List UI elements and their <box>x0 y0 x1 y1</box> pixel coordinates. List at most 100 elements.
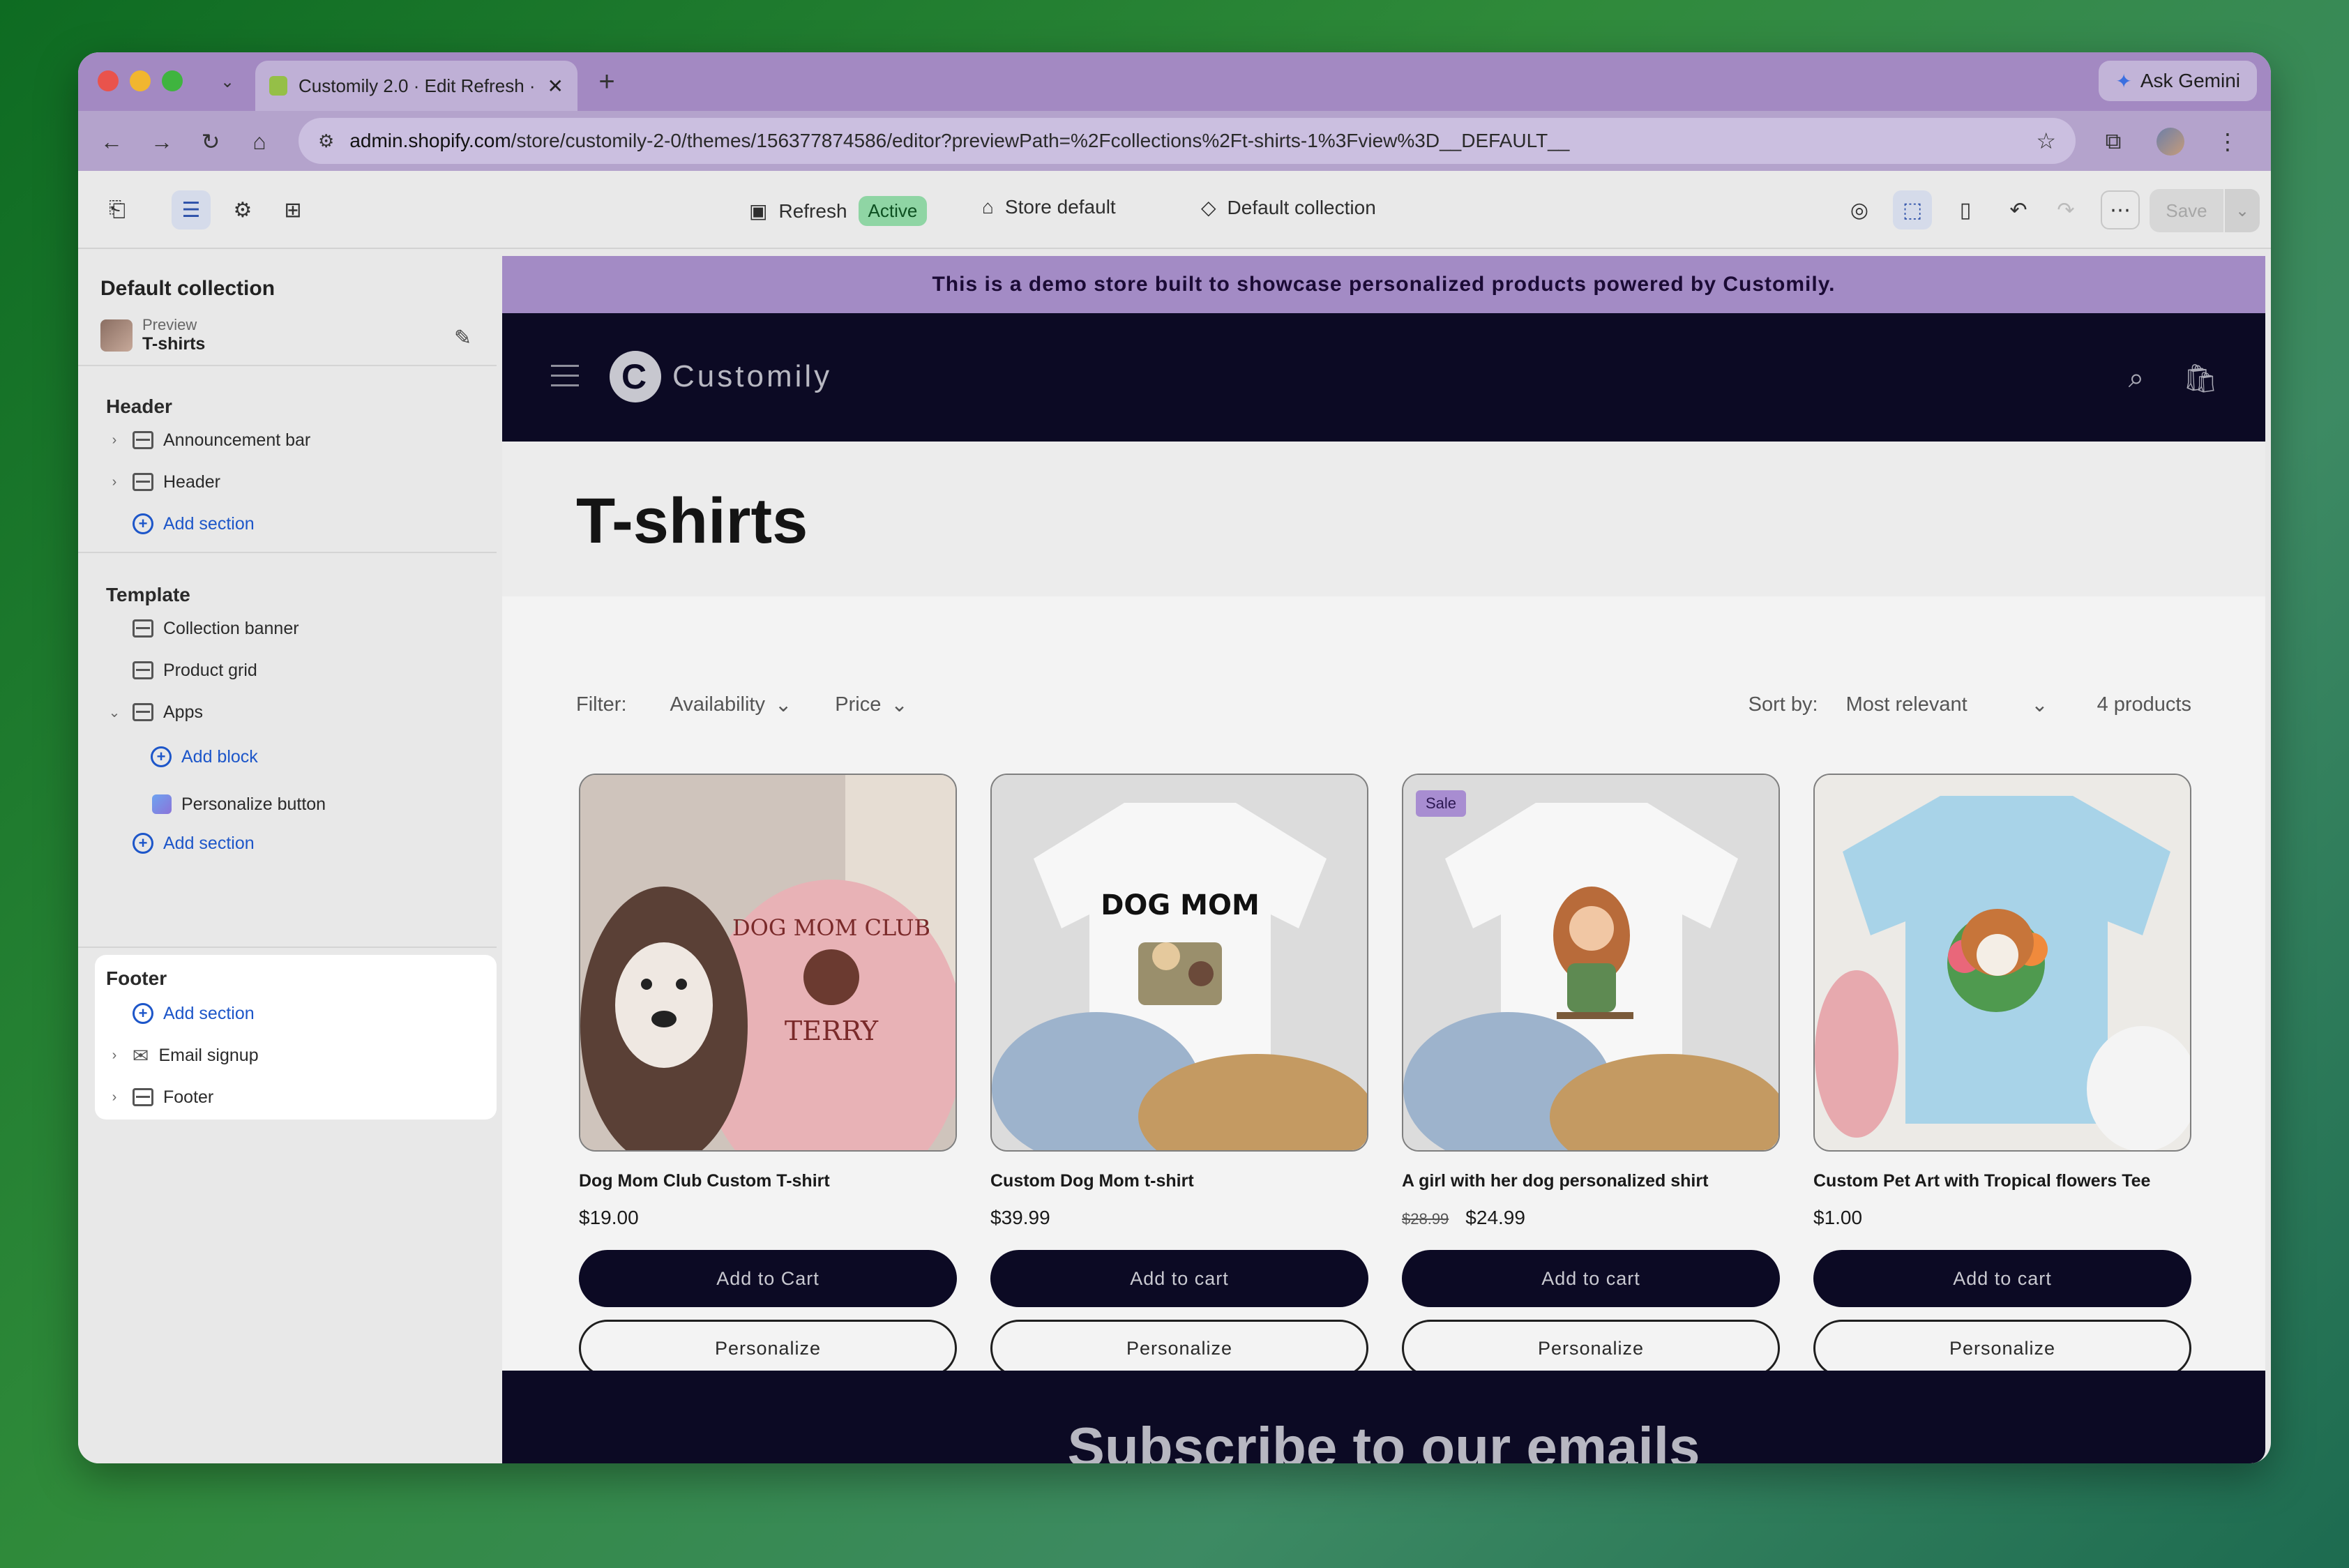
forward-arrow-icon[interactable]: → <box>144 123 180 160</box>
personalize-button[interactable]: Personalize <box>1813 1320 2191 1377</box>
filter-price-dropdown[interactable]: Price ⌄ <box>835 693 907 717</box>
product-card[interactable]: DOG MOM Custom Dog Mom t-shirt $39.99 Ad… <box>990 774 1368 1377</box>
divider <box>78 552 497 553</box>
add-to-cart-button[interactable]: Add to cart <box>1402 1250 1780 1307</box>
product-image[interactable]: DOG MOM <box>990 774 1368 1152</box>
sidebar-item-label: Announcement bar <box>163 430 311 450</box>
section-icon <box>133 619 153 638</box>
store-header: C Customily ⌕ 🛍 <box>502 313 2265 442</box>
product-image[interactable] <box>1813 774 2191 1152</box>
add-to-cart-button[interactable]: Add to cart <box>1813 1250 2191 1307</box>
extensions-icon[interactable]: ⧉ <box>2095 123 2131 160</box>
search-icon[interactable]: ⌕ <box>2117 359 2155 397</box>
theme-settings-gear-icon[interactable]: ⚙ <box>223 190 262 229</box>
product-image[interactable]: Sale <box>1402 774 1780 1152</box>
sort-dropdown[interactable]: Most relevant ⌄ <box>1846 693 2048 717</box>
chevron-down-icon: ⌄ <box>2031 693 2048 716</box>
close-window-icon[interactable] <box>98 70 119 91</box>
reload-icon[interactable]: ↻ <box>192 123 229 160</box>
product-name[interactable]: Custom Pet Art with Tropical flowers Tee <box>1813 1171 2191 1191</box>
sections-icon[interactable]: ☰ <box>172 190 211 229</box>
collection-banner: T-shirts <box>502 442 2265 596</box>
add-block-label: Add block <box>181 746 258 767</box>
personalize-button[interactable]: Personalize <box>990 1320 1368 1377</box>
redo-icon[interactable]: ↷ <box>2046 190 2085 229</box>
product-card[interactable]: Custom Pet Art with Tropical flowers Tee… <box>1813 774 2191 1377</box>
sidebar-item-announcement-bar[interactable]: › Announcement bar <box>106 422 311 458</box>
minimize-window-icon[interactable] <box>130 70 151 91</box>
product-card[interactable]: Sale A girl with her dog personalized sh… <box>1402 774 1780 1377</box>
inspector-icon[interactable]: ◎ <box>1840 190 1879 229</box>
theme-status-badge: Active <box>858 196 928 226</box>
maximize-window-icon[interactable] <box>162 70 183 91</box>
add-section-template-link[interactable]: + Add section <box>106 825 255 861</box>
mail-icon: ✉ <box>133 1044 149 1066</box>
add-to-cart-button[interactable]: Add to cart <box>990 1250 1368 1307</box>
personalize-button[interactable]: Personalize <box>579 1320 957 1377</box>
filter-availability-dropdown[interactable]: Availability ⌄ <box>670 693 792 717</box>
sidebar-item-collection-banner[interactable]: Collection banner <box>106 610 299 647</box>
customily-app-icon <box>152 794 172 814</box>
cart-icon[interactable]: 🛍 <box>2182 359 2219 397</box>
tag-icon: ◇ <box>1201 197 1216 218</box>
customily-logo-icon: C <box>610 351 661 402</box>
sidebar-item-label: Product grid <box>163 660 257 680</box>
app-embeds-icon[interactable]: ⊞ <box>273 190 312 229</box>
tab-list-chevron-icon[interactable]: ⌄ <box>213 68 241 96</box>
product-card[interactable]: DOG MOM CLUB TERRY Dog Mom Club Custom T… <box>579 774 957 1377</box>
product-image[interactable]: DOG MOM CLUB TERRY <box>579 774 957 1152</box>
close-tab-icon[interactable]: ✕ <box>547 75 564 98</box>
browser-menu-icon[interactable]: ⋮ <box>2210 123 2246 160</box>
select-element-icon[interactable]: ⬚ <box>1893 190 1932 229</box>
gemini-sparkle-icon: ✦ <box>2115 70 2132 92</box>
template-selector[interactable]: ◇ Default collection <box>1201 196 1376 219</box>
chevron-down-icon[interactable]: ⌄ <box>106 704 123 721</box>
home-icon[interactable]: ⌂ <box>241 123 278 160</box>
sidebar-item-footer[interactable]: › Footer <box>106 1079 214 1115</box>
sidebar-item-product-grid[interactable]: Product grid <box>106 652 257 688</box>
tab-title: Customily 2.0 · Edit Refresh · <box>299 75 536 96</box>
browser-tab[interactable]: Customily 2.0 · Edit Refresh · ✕ <box>255 61 577 111</box>
product-name[interactable]: Custom Dog Mom t-shirt <box>990 1171 1368 1191</box>
product-count: 4 products <box>2097 693 2191 716</box>
header-group-title: Header <box>106 395 172 417</box>
back-arrow-icon[interactable]: ← <box>93 123 130 160</box>
chevron-right-icon[interactable]: › <box>106 432 123 448</box>
personalize-button[interactable]: Personalize <box>1402 1320 1780 1377</box>
sidebar-item-apps[interactable]: ⌄ Apps <box>106 694 203 730</box>
more-actions-icon[interactable]: ⋯ <box>2101 190 2140 229</box>
theme-selector[interactable]: ▣ Refresh Active <box>749 196 928 226</box>
sale-badge: Sale <box>1416 790 1467 817</box>
preview-value: T-shirts <box>142 334 206 354</box>
ask-gemini-button[interactable]: ✦ Ask Gemini <box>2099 61 2257 101</box>
exit-editor-icon[interactable]: ⎗ <box>98 190 137 229</box>
product-grid: DOG MOM CLUB TERRY Dog Mom Club Custom T… <box>579 774 2191 1377</box>
store-context-selector[interactable]: ⌂ Store default <box>982 196 1116 218</box>
store-logo[interactable]: C Customily <box>610 351 832 402</box>
chevron-right-icon[interactable]: › <box>106 1048 123 1064</box>
new-tab-icon[interactable]: + <box>591 66 622 97</box>
address-bar[interactable]: ⚙ admin.shopify.com/store/customily-2-0/… <box>299 118 2076 164</box>
preview-selector[interactable]: Preview T-shirts <box>100 316 205 354</box>
sidebar-item-email-signup[interactable]: › ✉ Email signup <box>106 1037 259 1073</box>
tab-bar: ⌄ Customily 2.0 · Edit Refresh · ✕ + ✦ A… <box>78 52 2271 111</box>
sidebar-item-personalize-button[interactable]: Personalize button <box>152 786 326 822</box>
save-options-chevron-icon[interactable]: ⌄ <box>2225 189 2260 232</box>
add-section-header-link[interactable]: + Add section <box>106 506 255 542</box>
mobile-preview-icon[interactable]: ▯ <box>1946 190 1985 229</box>
save-button[interactable]: Save <box>2150 189 2223 232</box>
site-settings-icon[interactable]: ⚙ <box>318 130 334 152</box>
add-block-link[interactable]: + Add block <box>151 739 258 775</box>
bookmark-star-icon[interactable]: ☆ <box>2036 128 2056 154</box>
add-to-cart-button[interactable]: Add to Cart <box>579 1250 957 1307</box>
undo-icon[interactable]: ↶ <box>1999 190 2038 229</box>
chevron-right-icon[interactable]: › <box>106 474 123 490</box>
sidebar-item-header[interactable]: › Header <box>106 464 220 500</box>
add-section-footer-link[interactable]: + Add section <box>106 995 255 1032</box>
product-name[interactable]: Dog Mom Club Custom T-shirt <box>579 1171 957 1191</box>
edit-pencil-icon[interactable]: ✎ <box>454 326 471 350</box>
profile-avatar[interactable] <box>2152 123 2189 160</box>
hamburger-menu-icon[interactable] <box>551 365 579 394</box>
product-name[interactable]: A girl with her dog personalized shirt <box>1402 1171 1780 1191</box>
chevron-right-icon[interactable]: › <box>106 1090 123 1106</box>
